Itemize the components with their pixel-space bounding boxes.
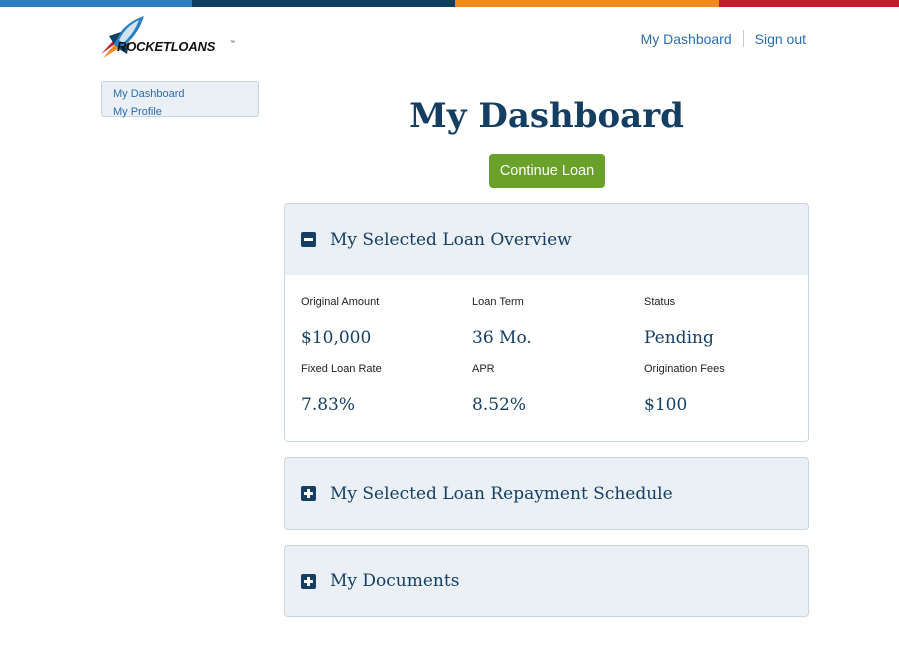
repayment-schedule-title: My Selected Loan Repayment Schedule — [330, 483, 673, 504]
stripe-blue — [0, 0, 192, 7]
top-color-stripe — [0, 0, 899, 7]
documents-panel-header[interactable]: My Documents — [285, 546, 808, 616]
repayment-schedule-panel: My Selected Loan Repayment Schedule — [284, 457, 809, 530]
stripe-red — [719, 0, 899, 7]
stripe-orange — [455, 0, 719, 7]
plus-square-icon[interactable] — [301, 486, 316, 501]
plus-square-icon[interactable] — [301, 573, 316, 589]
logo-trademark: ™ — [230, 40, 235, 46]
original-amount-label: Original Amount — [301, 296, 380, 308]
loan-overview-panel: My Selected Loan Overview Original Amoun… — [284, 203, 809, 442]
header-link-my-dashboard[interactable]: My Dashboard — [641, 31, 732, 47]
apr-value: 8.52% — [472, 395, 527, 415]
apr-label: APR — [472, 363, 495, 375]
header-link-sign-out[interactable]: Sign out — [755, 31, 806, 47]
sidebar-item-my-profile[interactable]: My Profile — [113, 103, 258, 121]
original-amount-value: $10,000 — [301, 328, 372, 348]
rocketloans-logo[interactable]: ROCKETLOANS ™ — [99, 14, 239, 64]
fixed-loan-rate-label: Fixed Loan Rate — [301, 363, 382, 375]
repayment-schedule-panel-header[interactable]: My Selected Loan Repayment Schedule — [285, 458, 808, 529]
fixed-loan-rate-value: 7.83% — [301, 395, 356, 415]
header-nav: My Dashboard Sign out — [641, 30, 806, 47]
stripe-navy — [192, 0, 455, 7]
minus-square-icon[interactable] — [301, 232, 316, 247]
status-value: Pending — [644, 328, 714, 348]
sidebar-nav: My Dashboard My Profile — [101, 81, 259, 118]
continue-loan-button[interactable]: Continue Loan — [489, 154, 605, 188]
loan-overview-title: My Selected Loan Overview — [330, 229, 572, 250]
loan-term-label: Loan Term — [472, 296, 524, 308]
loan-term-value: 36 Mo. — [472, 328, 532, 348]
header-nav-divider — [742, 30, 744, 47]
origination-fees-value: $100 — [644, 395, 688, 415]
loan-overview-body: Original Amount $10,000 Loan Term 36 Mo.… — [285, 275, 808, 441]
documents-title: My Documents — [330, 571, 460, 591]
origination-fees-label: Origination Fees — [644, 363, 725, 375]
logo-wordmark: ROCKETLOANS — [117, 39, 216, 54]
page-title: My Dashboard — [409, 96, 684, 136]
loan-overview-panel-header[interactable]: My Selected Loan Overview — [285, 204, 808, 275]
status-label: Status — [644, 296, 676, 308]
sidebar-item-my-dashboard[interactable]: My Dashboard — [113, 85, 258, 103]
documents-panel: My Documents — [284, 545, 809, 617]
